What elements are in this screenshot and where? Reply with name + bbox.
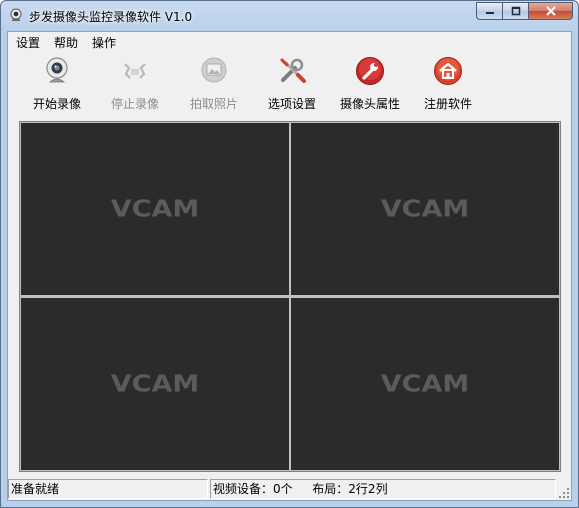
take-photo-button[interactable]: 拍取照片 — [175, 53, 253, 113]
close-button[interactable] — [528, 2, 573, 20]
home-icon — [434, 57, 462, 85]
video-cell-2[interactable]: VCAM — [291, 123, 559, 295]
menu-settings[interactable]: 设置 — [16, 34, 40, 51]
stop-record-icon — [124, 63, 146, 79]
webcam-app-icon — [10, 8, 22, 21]
stop-record-label: 停止录像 — [110, 97, 159, 111]
status-info-pane: 视频设备：0个 布局：2行2列 — [210, 479, 556, 499]
app-window: 步发摄像头监控录像软件 V1.0 设置 帮助 操作 开始录像 停止录像 拍取照片… — [0, 0, 579, 508]
photo-icon — [201, 57, 227, 83]
client-area: 设置 帮助 操作 开始录像 停止录像 拍取照片 选项设置 摄像头属性 注册软件 … — [7, 31, 572, 501]
start-record-label: 开始录像 — [32, 97, 81, 111]
start-record-button[interactable]: 开始录像 — [18, 53, 96, 113]
status-ready: 准备就绪 — [8, 479, 208, 499]
vcam-watermark: VCAM — [110, 195, 200, 223]
maximize-icon — [511, 6, 520, 16]
status-layout: 布局：2行2列 — [312, 482, 388, 496]
take-photo-label: 拍取照片 — [189, 97, 238, 111]
options-button[interactable]: 选项设置 — [253, 53, 331, 113]
window-title: 步发摄像头监控录像软件 V1.0 — [29, 10, 193, 24]
toolbar: 开始录像 停止录像 拍取照片 选项设置 摄像头属性 注册软件 — [8, 51, 571, 117]
vcam-watermark: VCAM — [380, 370, 470, 398]
close-icon — [545, 6, 556, 16]
maximize-button[interactable] — [502, 2, 528, 20]
camera-properties-button[interactable]: 摄像头属性 — [331, 53, 409, 113]
minimize-icon — [485, 12, 494, 14]
menu-help[interactable]: 帮助 — [54, 34, 78, 51]
video-cell-3[interactable]: VCAM — [21, 298, 289, 470]
video-cell-1[interactable]: VCAM — [21, 123, 289, 295]
window-controls — [476, 2, 573, 20]
webcam-icon — [46, 57, 68, 83]
options-label: 选项设置 — [267, 97, 316, 111]
status-devices: 视频设备：0个 — [213, 482, 293, 496]
menu-bar: 设置 帮助 操作 — [8, 32, 571, 51]
status-bar: 准备就绪 视频设备：0个 布局：2行2列 — [8, 477, 571, 500]
vcam-watermark: VCAM — [380, 195, 470, 223]
resize-grip-icon[interactable] — [558, 487, 570, 499]
video-cell-4[interactable]: VCAM — [291, 298, 559, 470]
title-bar[interactable]: 步发摄像头监控录像软件 V1.0 — [1, 1, 578, 31]
register-button[interactable]: 注册软件 — [409, 53, 487, 113]
menu-operate[interactable]: 操作 — [92, 34, 116, 51]
video-grid: VCAM VCAM VCAM VCAM — [19, 121, 561, 472]
minimize-button[interactable] — [476, 2, 502, 20]
vcam-watermark: VCAM — [110, 370, 200, 398]
stop-record-button[interactable]: 停止录像 — [96, 53, 174, 113]
camera-properties-label: 摄像头属性 — [339, 97, 400, 111]
register-label: 注册软件 — [423, 97, 472, 111]
wrench-icon — [356, 57, 384, 85]
tools-icon — [280, 58, 306, 83]
